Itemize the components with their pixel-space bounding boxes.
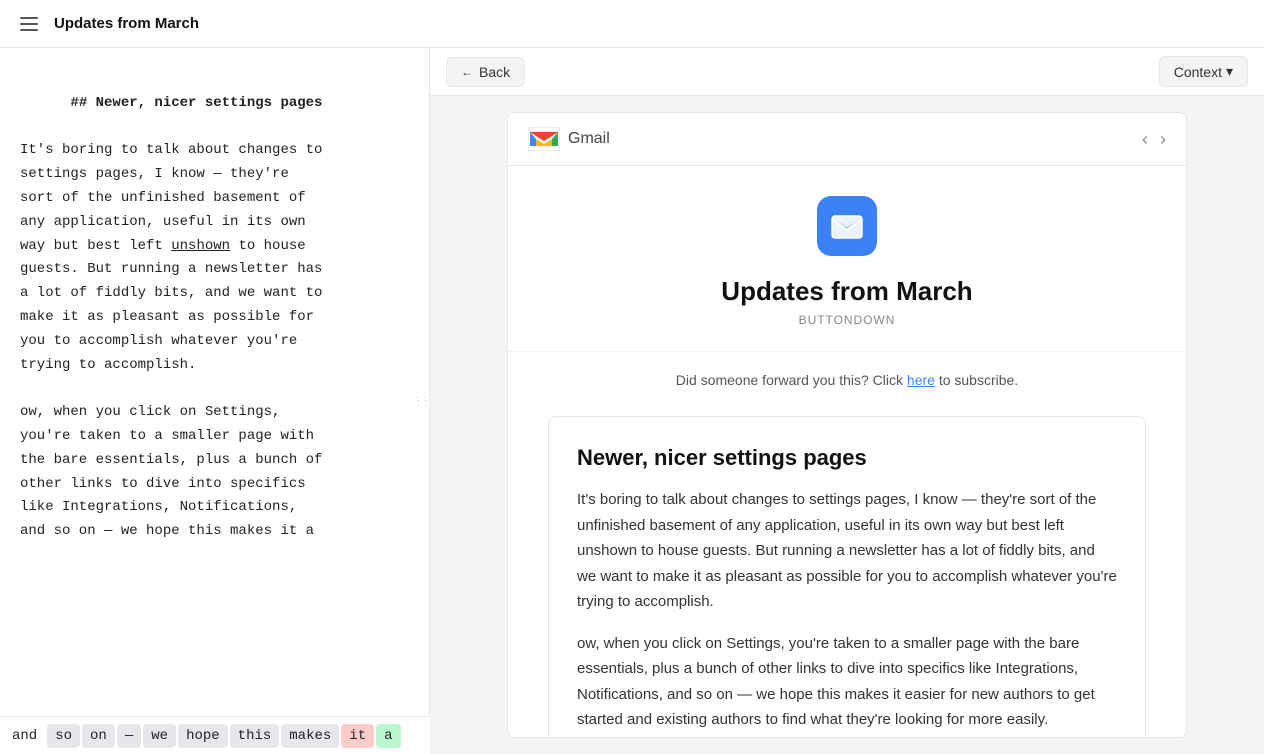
main-content: ## Newer, nicer settings pages It's bori… (0, 48, 1264, 754)
email-preview-card: Gmail ‹ › (507, 112, 1187, 738)
toolbar-word-it: it (341, 724, 374, 748)
preview-frame-area[interactable]: Gmail ‹ › (430, 96, 1264, 754)
forward-notice: Did someone forward you this? Click here… (548, 372, 1146, 388)
toolbar-word-a: a (376, 724, 400, 748)
right-panel: ← Back Context ▾ (430, 48, 1264, 754)
toolbar-word-so: so (47, 724, 80, 748)
section1-para2: ow, when you click on Settings, you're t… (577, 631, 1117, 733)
context-label: Context (1174, 64, 1222, 80)
email-sender: BUTTONDOWN (548, 313, 1146, 327)
editor-para2: ow, when you click on Settings, you're t… (20, 404, 322, 539)
chevron-down-icon: ▾ (1226, 63, 1233, 80)
left-panel: ## Newer, nicer settings pages It's bori… (0, 48, 430, 754)
envelope-icon (830, 209, 864, 243)
gmail-logo-area: Gmail (528, 127, 610, 151)
toolbar-word-hope: hope (178, 724, 228, 748)
toolbar-word-makes: makes (281, 724, 339, 748)
top-bar: Updates from March (0, 0, 1264, 48)
context-button[interactable]: Context ▾ (1159, 56, 1248, 87)
gmail-header: Gmail ‹ › (508, 113, 1186, 166)
back-label: Back (479, 64, 510, 80)
gmail-logo-icon (528, 127, 560, 151)
back-button[interactable]: ← Back (446, 57, 525, 87)
toolbar-word-on: on (82, 724, 115, 748)
back-arrow-icon: ← (461, 65, 473, 79)
email-divider (508, 351, 1186, 352)
forward-post-text: to subscribe. (935, 372, 1018, 388)
email-icon-area (548, 196, 1146, 256)
email-title: Updates from March (548, 276, 1146, 307)
buttondown-icon (817, 196, 877, 256)
email-body: Updates from March BUTTONDOWN Did someon… (508, 166, 1186, 738)
bottom-toolbar: and so on — we hope this makes it a (0, 716, 430, 754)
app-title: Updates from March (54, 15, 199, 32)
editor-heading: ## Newer, nicer settings pages (70, 95, 322, 111)
gmail-next-icon[interactable]: › (1160, 129, 1166, 150)
toolbar-word-dash: — (117, 724, 141, 748)
editor-para1: It's boring to talk about changes to set… (20, 142, 322, 372)
forward-here-link[interactable]: here (907, 372, 935, 388)
section1-para1: It's boring to talk about changes to set… (577, 487, 1117, 615)
section1-heading: Newer, nicer settings pages (577, 445, 1117, 471)
hamburger-icon[interactable] (16, 13, 42, 35)
preview-top-bar: ← Back Context ▾ (430, 48, 1264, 96)
forward-pre-text: Did someone forward you this? Click (676, 372, 907, 388)
email-content-section: Newer, nicer settings pages It's boring … (548, 416, 1146, 738)
gmail-prev-icon[interactable]: ‹ (1142, 129, 1148, 150)
toolbar-word-we: we (143, 724, 176, 748)
toolbar-word-and: and (4, 724, 45, 748)
gmail-nav: ‹ › (1142, 129, 1166, 150)
editor-underline: unshown (171, 238, 230, 254)
drag-handle[interactable]: ⋮⋮⋮ (421, 381, 429, 421)
toolbar-word-this: this (230, 724, 280, 748)
editor-text[interactable]: ## Newer, nicer settings pages It's bori… (20, 68, 409, 568)
gmail-label: Gmail (568, 130, 610, 148)
